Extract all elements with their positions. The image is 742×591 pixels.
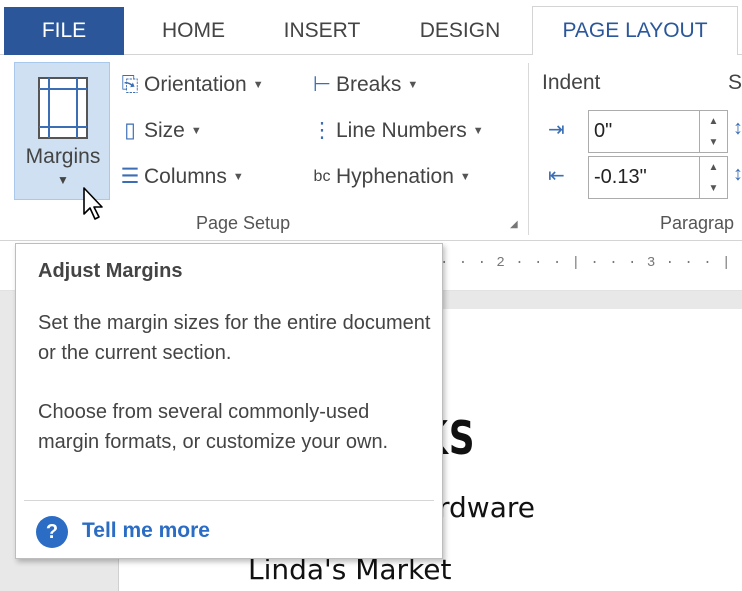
size-label: Size [144,119,185,142]
hyphenation-icon: bc [313,168,331,186]
line-numbers-label: Line Numbers [336,119,467,142]
chevron-down-icon: ▼ [407,79,419,92]
size-icon: ▯ [124,119,136,143]
page-setup-group-label: Page Setup [196,213,291,233]
tab-page-layout[interactable]: PAGE LAYOUT [532,6,738,56]
breaks-icon: ⊢ [312,73,332,97]
spacing-after-icon: ↕ [733,163,742,185]
chevron-down-icon: ▼ [190,125,202,138]
size-button[interactable]: ▯ Size ▼ [116,114,202,148]
chevron-down-icon[interactable]: ▼ [700,132,727,153]
tab-file[interactable]: FILE [4,7,124,55]
indent-right-icon: ⇤ [548,165,565,187]
group-separator [528,63,529,235]
margins-tooltip: Adjust Margins Set the margin sizes for … [15,243,443,559]
chevron-up-icon[interactable]: ▲ [700,111,727,132]
tooltip-description: Set the margin sizes for the entire docu… [38,312,431,364]
columns-button[interactable]: ☰ Columns ▼ [116,160,244,194]
tab-home[interactable]: HOME [136,7,251,55]
chevron-down-icon: ▼ [232,171,244,184]
chevron-down-icon: ▼ [472,125,484,138]
orientation-label: Orientation [144,73,247,96]
orientation-button[interactable]: ⎘ Orientation ▼ [116,68,264,102]
hyphenation-button[interactable]: bc Hyphenation ▼ [308,160,471,194]
document-line-1: rdware [438,491,535,524]
chevron-up-icon[interactable]: ▲ [700,157,727,178]
spacing-before-icon: ↕ [733,117,742,139]
chevron-down-icon[interactable]: ▼ [700,178,727,199]
line-numbers-button[interactable]: ⋮ Line Numbers ▼ [308,114,484,148]
indent-right-input[interactable]: -0.13" [588,156,700,199]
indent-left-stepper[interactable]: ▲ ▼ [700,110,728,153]
columns-icon: ☰ [120,165,140,189]
chevron-down-icon: ▼ [57,173,69,187]
chevron-down-icon: ▼ [252,79,264,92]
help-icon[interactable]: ? [36,516,68,548]
paragraph-group-label: Paragrap [660,213,735,233]
chevron-down-icon: ▼ [459,171,471,184]
tooltip-details: Choose from several commonly-used margin… [38,401,389,453]
margins-label: Margins [25,145,101,168]
margins-button[interactable]: Margins ▼ [14,62,110,200]
spacing-label: S [728,71,742,94]
ribbon: Margins ▼ ⎘ Orientation ▼ ▯ Size ▼ ☰ Columns ▼… [0,55,742,241]
line-numbers-icon: ⋮ [311,119,333,143]
ribbon-tabs: FILE HOME INSERT DESIGN PAGE LAYOUT [0,0,742,56]
indent-right-stepper[interactable]: ▲ ▼ [700,156,728,199]
mouse-cursor-icon [83,187,103,220]
dialog-launcher-icon[interactable]: ◢ [510,219,522,231]
tell-me-more-link[interactable]: Tell me more [82,519,210,543]
orientation-icon: ⎘ [121,73,139,97]
columns-label: Columns [144,165,227,188]
breaks-button[interactable]: ⊢ Breaks ▼ [308,68,418,102]
margins-icon [38,77,88,139]
indent-left-input[interactable]: 0" [588,110,700,153]
hyphenation-label: Hyphenation [336,165,454,188]
tab-design[interactable]: DESIGN [396,7,524,55]
indent-left-icon: ⇥ [548,119,565,141]
ruler-ticks: · · · 2 · · · | · · · 3 · · · | · [440,255,742,271]
tooltip-divider [24,500,434,501]
breaks-label: Breaks [336,73,402,96]
tab-insert[interactable]: INSERT [263,7,381,55]
tooltip-title: Adjust Margins [38,260,183,282]
indent-label: Indent [542,71,601,94]
